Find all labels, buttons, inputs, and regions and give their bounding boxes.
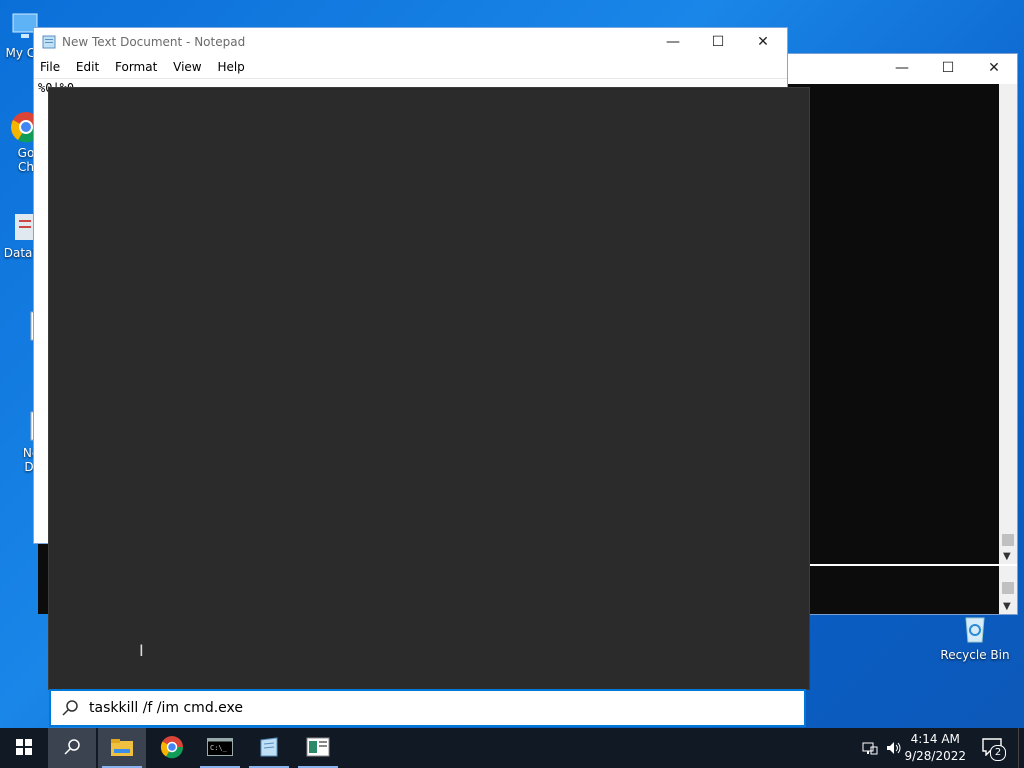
- show-desktop-button[interactable]: [1018, 728, 1024, 768]
- minimize-icon: —: [666, 34, 680, 50]
- maximize-icon: ☐: [941, 60, 955, 76]
- notification-badge: 2: [990, 745, 1006, 761]
- close-button[interactable]: ✕: [971, 54, 1017, 82]
- clock[interactable]: 4:14 AM 9/28/2022: [904, 731, 966, 765]
- menu-format[interactable]: Format: [109, 56, 163, 74]
- taskbar-cmd[interactable]: C:\_: [196, 728, 244, 768]
- scroll-thumb[interactable]: [1002, 534, 1014, 546]
- cmd-window-edge: [38, 542, 48, 614]
- maximize-icon: ☐: [711, 34, 725, 50]
- notepad-titlebar[interactable]: New Text Document - Notepad — ☐ ✕: [34, 28, 787, 56]
- minimize-icon: —: [895, 60, 909, 76]
- start-button[interactable]: [0, 728, 48, 768]
- notepad-icon: [42, 35, 56, 52]
- terminal-icon: C:\_: [207, 737, 233, 759]
- taskbar-chrome[interactable]: [148, 728, 196, 768]
- network-icon[interactable]: [862, 740, 878, 759]
- desktop-icon-recycle-bin[interactable]: Recycle Bin: [940, 612, 1010, 662]
- cmd-scrollbar[interactable]: ▼: [999, 84, 1017, 564]
- window-app-icon: [306, 737, 330, 760]
- taskbar-file-explorer[interactable]: [98, 728, 146, 768]
- maximize-button[interactable]: ☐: [695, 28, 741, 56]
- cmd-titlebar[interactable]: — ☐ ✕: [771, 54, 1017, 82]
- cmd-scrollbar-lower[interactable]: ▼: [999, 566, 1017, 614]
- chrome-icon: [160, 735, 184, 762]
- scroll-thumb[interactable]: [1002, 582, 1014, 594]
- menu-view[interactable]: View: [167, 56, 207, 74]
- notepad-icon: [257, 736, 281, 761]
- close-icon: ✕: [757, 34, 769, 50]
- taskbar-app[interactable]: [294, 728, 342, 768]
- close-icon: ✕: [988, 60, 1000, 76]
- search-icon: [63, 738, 81, 759]
- menu-edit[interactable]: Edit: [70, 56, 105, 74]
- taskbar: C:\_ 4:14 AM 9/28/2022 2: [0, 728, 1024, 768]
- close-button[interactable]: ✕: [740, 28, 786, 56]
- window-title: New Text Document - Notepad: [62, 35, 246, 49]
- menu-bar: File Edit Format View Help: [34, 56, 787, 78]
- minimize-button[interactable]: —: [650, 28, 696, 56]
- windows-icon: [15, 738, 33, 759]
- scroll-down-icon[interactable]: ▼: [1003, 601, 1011, 612]
- volume-icon[interactable]: [885, 740, 903, 759]
- taskbar-search-button[interactable]: [48, 728, 96, 768]
- search-results-panel[interactable]: I: [48, 87, 810, 690]
- minimize-button[interactable]: —: [879, 54, 925, 82]
- text-cursor-icon: I: [139, 641, 144, 660]
- folder-icon: [110, 737, 134, 760]
- menu-help[interactable]: Help: [211, 56, 250, 74]
- action-center-button[interactable]: 2: [978, 736, 1008, 762]
- taskbar-notepad[interactable]: [245, 728, 293, 768]
- recycle-bin-icon: [958, 612, 992, 646]
- search-icon: [61, 699, 79, 720]
- menu-file[interactable]: File: [34, 56, 66, 74]
- search-input[interactable]: taskkill /f /im cmd.exe: [89, 700, 243, 716]
- clock-date: 9/28/2022: [904, 749, 966, 763]
- svg-text:C:\_: C:\_: [210, 744, 228, 752]
- scroll-down-icon[interactable]: ▼: [1003, 551, 1011, 562]
- search-box[interactable]: taskkill /f /im cmd.exe: [49, 689, 806, 727]
- desktop-icon-label: Recycle Bin: [940, 648, 1010, 662]
- clock-time: 4:14 AM: [910, 732, 960, 746]
- maximize-button[interactable]: ☐: [925, 54, 971, 82]
